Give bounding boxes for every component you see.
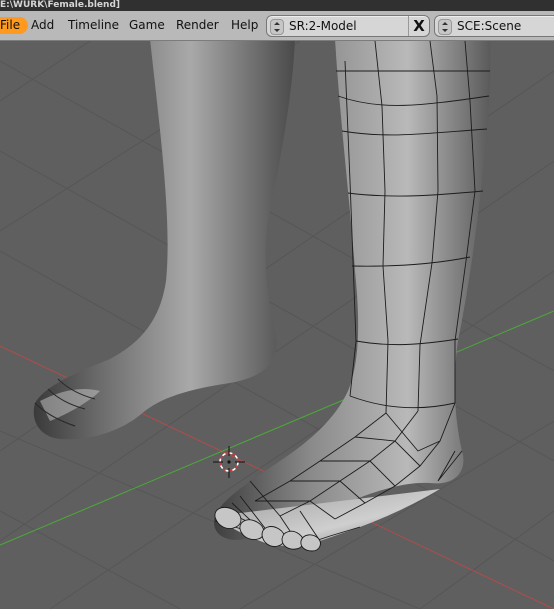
window-title: E:\WURK\Female.blend]	[0, 0, 554, 11]
scene-selector[interactable]: SCE:Scene	[434, 15, 554, 37]
menu-add[interactable]: Add	[31, 17, 54, 34]
scene-name-field[interactable]: SCE:Scene	[457, 16, 521, 36]
up-down-arrows-icon[interactable]	[438, 19, 452, 35]
left-leg-mesh[interactable]	[33, 41, 295, 440]
menu-timeline[interactable]: Timeline	[68, 17, 119, 34]
screen-selector[interactable]: SR:2-Model X	[266, 15, 430, 37]
menu-render[interactable]: Render	[176, 17, 219, 34]
up-down-arrows-icon[interactable]	[270, 19, 284, 35]
close-icon[interactable]: X	[408, 16, 429, 36]
3d-viewport[interactable]	[0, 41, 554, 609]
menu-file[interactable]: File	[0, 17, 28, 34]
menu-game[interactable]: Game	[129, 17, 165, 34]
screen-name-field[interactable]: SR:2-Model	[289, 16, 357, 36]
menu-help[interactable]: Help	[231, 17, 258, 34]
blender-window: E:\WURK\Female.blend] File Add Timeline …	[0, 0, 554, 609]
3d-cursor-icon[interactable]	[213, 446, 245, 478]
menu-bar: File Add Timeline Game Render Help SR:2-…	[0, 11, 554, 41]
